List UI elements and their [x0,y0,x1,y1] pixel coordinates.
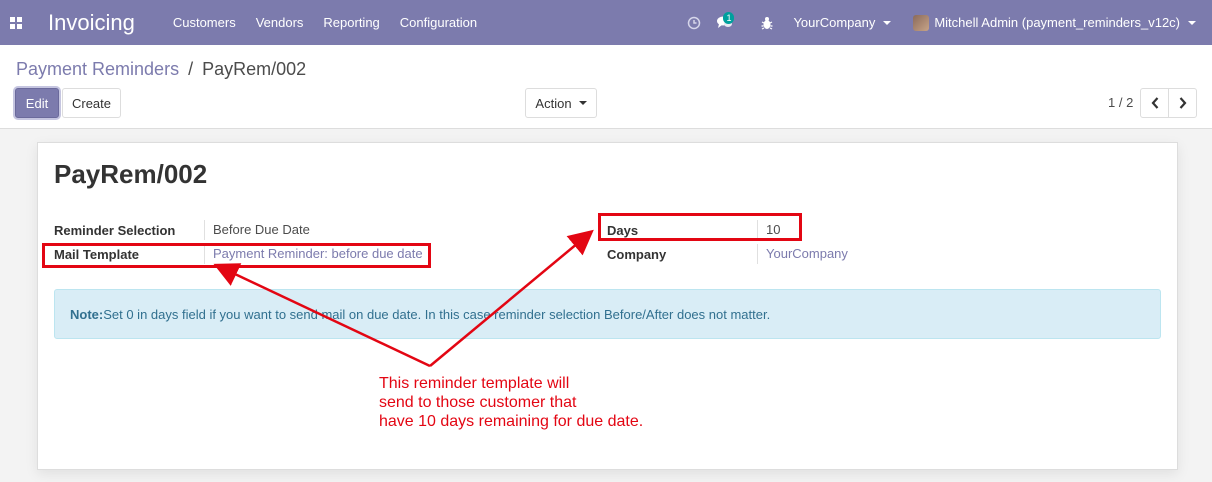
app-title[interactable]: Invoicing [48,10,135,36]
pager-next-button[interactable] [1168,88,1197,118]
highlight-mail-template [42,243,431,268]
reminder-selection-label: Reminder Selection [54,223,176,238]
activity-clock-icon[interactable] [679,0,709,45]
breadcrumb-current: PayRem/002 [202,59,307,79]
note-label: Note: [70,306,104,322]
annotation-line-3: have 10 days remaining for due date. [379,413,644,430]
breadcrumb-separator: / [188,59,194,79]
pager-previous-button[interactable] [1140,88,1169,118]
chevron-down-icon [578,101,587,105]
action-dropdown-button[interactable]: Action [525,88,597,118]
chevron-right-icon [1179,97,1186,109]
chevron-left-icon [1151,97,1158,109]
breadcrumb: Payment Reminders / PayRem/002 [16,59,306,80]
menu-configuration[interactable]: Configuration [400,15,477,30]
menu-vendors[interactable]: Vendors [256,15,304,30]
company-label: Company [607,247,667,262]
record-title: PayRem/002 [54,159,208,189]
annotation-line-2: send to those customer that [379,394,577,411]
user-menu[interactable]: Mitchell Admin (payment_reminders_v12c) [913,14,1196,31]
breadcrumb-payment-reminders[interactable]: Payment Reminders [16,59,179,79]
menu-customers[interactable]: Customers [173,15,236,30]
note-text: Set 0 in days field if you want to send … [103,306,771,322]
apps-menu-icon[interactable] [0,0,32,45]
avatar [913,14,930,31]
highlight-days [598,213,802,241]
action-label: Action [535,95,572,111]
company-link[interactable]: YourCompany [757,244,848,264]
note-alert: Note: Set 0 in days field if you want to … [54,289,1161,339]
chevron-down-icon [1188,20,1196,25]
top-navbar: Invoicing Customers Vendors Reporting Co… [0,0,1212,45]
annotation-line-1: This reminder template will [379,375,570,392]
pager-value: 1 / 2 [1108,95,1134,110]
messages-chat-icon[interactable]: 1 [709,0,741,45]
reminder-selection-value: Before Due Date [204,220,310,240]
company-name: YourCompany [793,15,876,30]
debug-bug-icon[interactable] [753,0,781,45]
create-button[interactable]: Create [62,88,121,118]
chevron-down-icon [883,20,892,25]
menu-reporting[interactable]: Reporting [323,15,379,30]
company-switcher[interactable]: YourCompany [793,15,892,30]
edit-button[interactable]: Edit [15,88,59,118]
user-name: Mitchell Admin (payment_reminders_v12c) [934,15,1180,30]
navbar-systray: 1 YourCompany Mitchell Admin (payment_re… [679,0,1212,45]
control-panel: Payment Reminders / PayRem/002 Edit Crea… [0,45,1212,129]
annotation-text: This reminder template will send to thos… [379,374,699,431]
